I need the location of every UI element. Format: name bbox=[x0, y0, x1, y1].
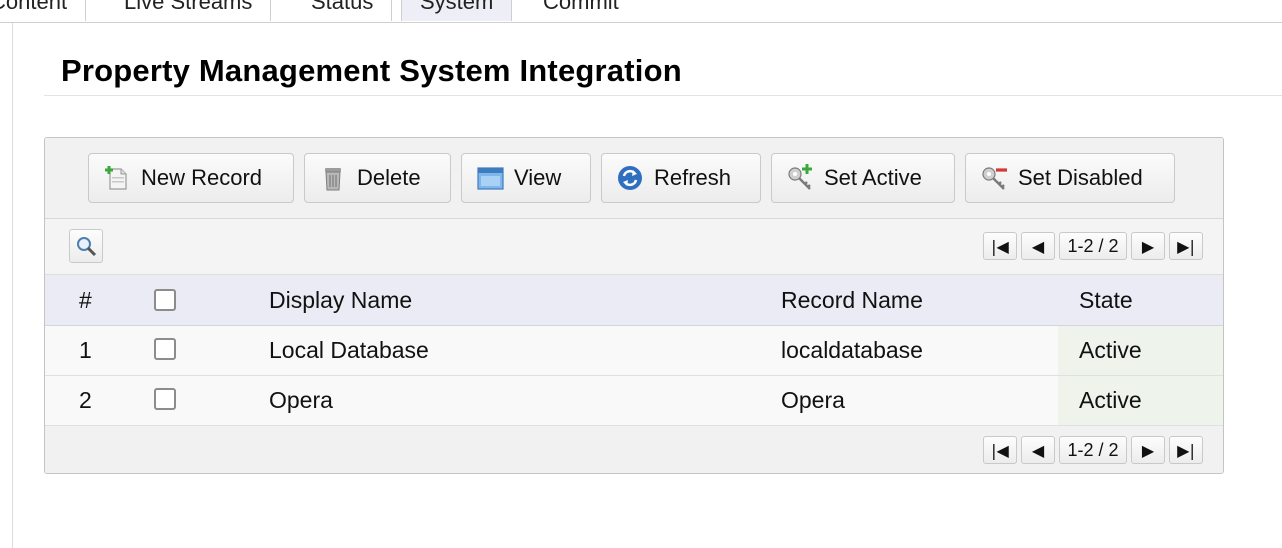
tab-content[interactable]: Content bbox=[0, 0, 87, 21]
search-button[interactable] bbox=[69, 229, 103, 263]
bottom-pager-bar: |◀ ◀ 1-2 / 2 ▶ ▶| bbox=[45, 426, 1223, 473]
delete-label: Delete bbox=[357, 165, 421, 190]
first-page-button[interactable]: |◀ bbox=[983, 436, 1017, 464]
col-record-name[interactable]: Record Name bbox=[781, 275, 923, 325]
row-record-name: localdatabase bbox=[781, 337, 923, 363]
refresh-label: Refresh bbox=[654, 165, 732, 190]
view-button[interactable]: View bbox=[461, 153, 591, 203]
last-page-button[interactable]: ▶| bbox=[1169, 436, 1203, 464]
first-page-button[interactable]: |◀ bbox=[983, 232, 1017, 260]
new-record-label: New Record bbox=[141, 165, 263, 190]
row-state: Active bbox=[1079, 337, 1142, 363]
last-page-button[interactable]: ▶| bbox=[1169, 232, 1203, 260]
table-row[interactable]: 1 Local Database localdatabase Active bbox=[45, 326, 1223, 376]
row-index: 2 bbox=[79, 387, 92, 413]
key-minus-icon bbox=[980, 164, 1008, 192]
magnifier-icon bbox=[75, 235, 97, 262]
col-index: # bbox=[79, 287, 92, 313]
title-divider bbox=[44, 95, 1282, 96]
new-document-icon bbox=[103, 164, 131, 192]
table-row[interactable]: 2 Opera Opera Active bbox=[45, 376, 1223, 426]
tab-status[interactable]: Status bbox=[293, 0, 393, 21]
left-divider bbox=[12, 23, 13, 548]
select-all-checkbox[interactable] bbox=[154, 289, 176, 311]
prev-page-button[interactable]: ◀ bbox=[1021, 436, 1055, 464]
row-checkbox[interactable] bbox=[154, 338, 176, 360]
top-nav: Content Live Streams Status System Commi… bbox=[0, 0, 1282, 23]
row-state: Active bbox=[1079, 387, 1142, 413]
refresh-icon bbox=[616, 164, 644, 192]
top-pager-bar: |◀ ◀ 1-2 / 2 ▶ ▶| bbox=[45, 219, 1223, 275]
set-disabled-button[interactable]: Set Disabled bbox=[965, 153, 1175, 203]
tab-live-streams[interactable]: Live Streams bbox=[106, 0, 272, 21]
set-active-button[interactable]: Set Active bbox=[771, 153, 955, 203]
next-page-button[interactable]: ▶ bbox=[1131, 232, 1165, 260]
row-display-name: Local Database bbox=[269, 337, 429, 363]
row-checkbox[interactable] bbox=[154, 388, 176, 410]
tab-commit[interactable]: Commit bbox=[525, 0, 637, 21]
page-info: 1-2 / 2 bbox=[1059, 232, 1127, 260]
refresh-button[interactable]: Refresh bbox=[601, 153, 761, 203]
key-plus-icon bbox=[786, 164, 814, 192]
records-panel: New Record Delete View Refresh Set Activ… bbox=[44, 137, 1224, 474]
set-disabled-label: Set Disabled bbox=[1018, 165, 1143, 190]
set-active-label: Set Active bbox=[824, 165, 922, 190]
toolbar: New Record Delete View Refresh Set Activ… bbox=[45, 138, 1223, 219]
tab-system[interactable]: System bbox=[401, 0, 513, 21]
page-title: Property Management System Integration bbox=[61, 53, 682, 88]
row-record-name: Opera bbox=[781, 387, 845, 413]
delete-button[interactable]: Delete bbox=[304, 153, 451, 203]
row-index: 1 bbox=[79, 337, 92, 363]
page-info: 1-2 / 2 bbox=[1059, 436, 1127, 464]
col-state[interactable]: State bbox=[1079, 275, 1133, 325]
top-pager: |◀ ◀ 1-2 / 2 ▶ ▶| bbox=[983, 232, 1203, 260]
col-display-name[interactable]: Display Name bbox=[269, 275, 412, 325]
next-page-button[interactable]: ▶ bbox=[1131, 436, 1165, 464]
prev-page-button[interactable]: ◀ bbox=[1021, 232, 1055, 260]
table-header: # Display Name Record Name State bbox=[45, 275, 1223, 326]
window-icon bbox=[476, 164, 504, 192]
trash-icon bbox=[319, 164, 347, 192]
new-record-button[interactable]: New Record bbox=[88, 153, 294, 203]
row-display-name: Opera bbox=[269, 387, 333, 413]
view-label: View bbox=[514, 165, 562, 190]
bottom-pager: |◀ ◀ 1-2 / 2 ▶ ▶| bbox=[983, 436, 1203, 464]
